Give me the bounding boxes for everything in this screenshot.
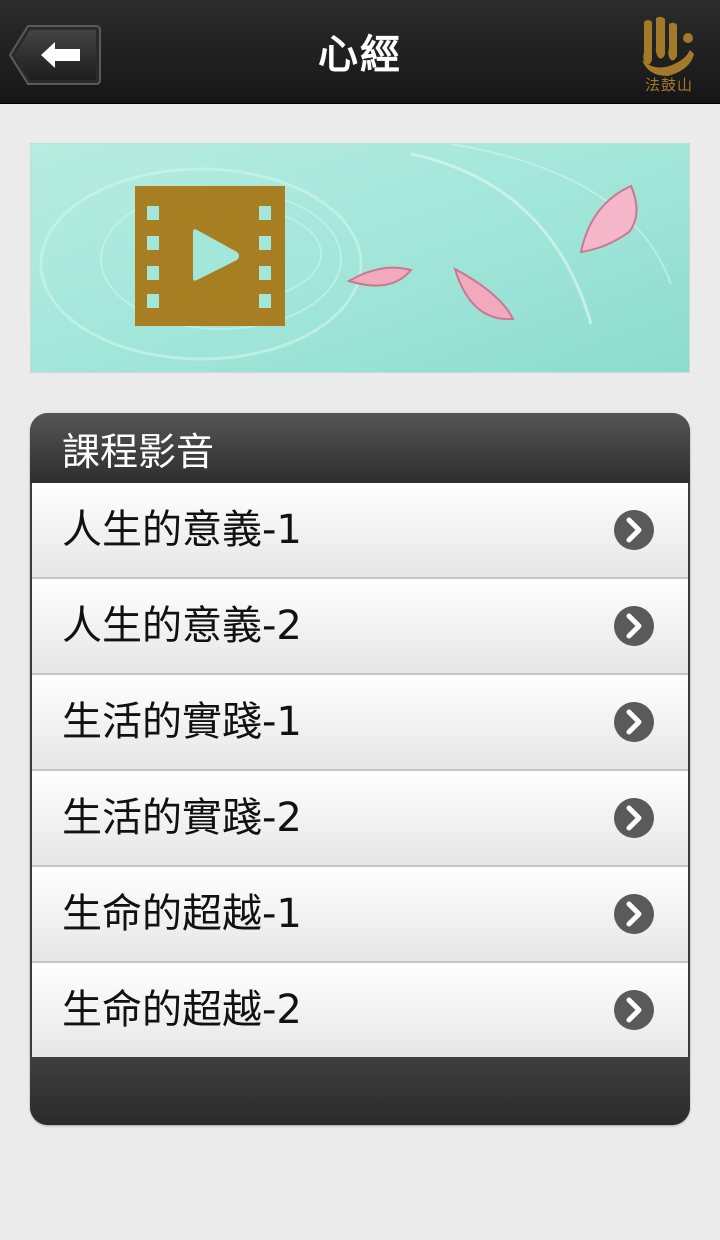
course-list: 人生的意義-1 人生的意義-2 生活的實踐-1 生活的實踐-2 生命的超越-1 … (32, 483, 688, 1059)
chevron-right-icon (614, 702, 654, 742)
list-item[interactable]: 生活的實踐-1 (32, 675, 688, 771)
logo-text: 法鼓山 (644, 76, 693, 94)
page-title: 心經 (318, 32, 402, 78)
list-item-label: 生活的實踐-1 (62, 699, 302, 745)
list-item-label: 生命的超越-2 (62, 987, 302, 1033)
video-play-icon (135, 186, 285, 326)
top-bar: 心經 法鼓山 (0, 0, 720, 104)
list-item[interactable]: 人生的意義-1 (32, 483, 688, 579)
chevron-right-icon (614, 510, 654, 550)
list-item[interactable]: 生命的超越-2 (32, 963, 688, 1059)
list-item[interactable]: 生活的實踐-2 (32, 771, 688, 867)
list-item-label: 人生的意義-1 (62, 507, 302, 553)
chevron-right-icon (614, 990, 654, 1030)
banner-artwork (31, 144, 689, 372)
list-item[interactable]: 人生的意義-2 (32, 579, 688, 675)
chevron-right-icon (614, 894, 654, 934)
chevron-right-icon (614, 606, 654, 646)
chevron-right-icon (614, 798, 654, 838)
list-item-label: 人生的意義-2 (62, 603, 302, 649)
list-item-label: 生活的實踐-2 (62, 795, 302, 841)
panel-footer (30, 1057, 690, 1125)
video-banner[interactable] (30, 143, 690, 373)
section-title: 課程影音 (62, 430, 215, 474)
course-media-panel: 課程影音 人生的意義-1 人生的意義-2 生活的實踐-1 生活的實踐-2 生命的… (30, 413, 690, 1125)
list-item[interactable]: 生命的超越-1 (32, 867, 688, 963)
list-item-label: 生命的超越-1 (62, 891, 302, 937)
panel-header: 課程影音 (30, 413, 690, 483)
